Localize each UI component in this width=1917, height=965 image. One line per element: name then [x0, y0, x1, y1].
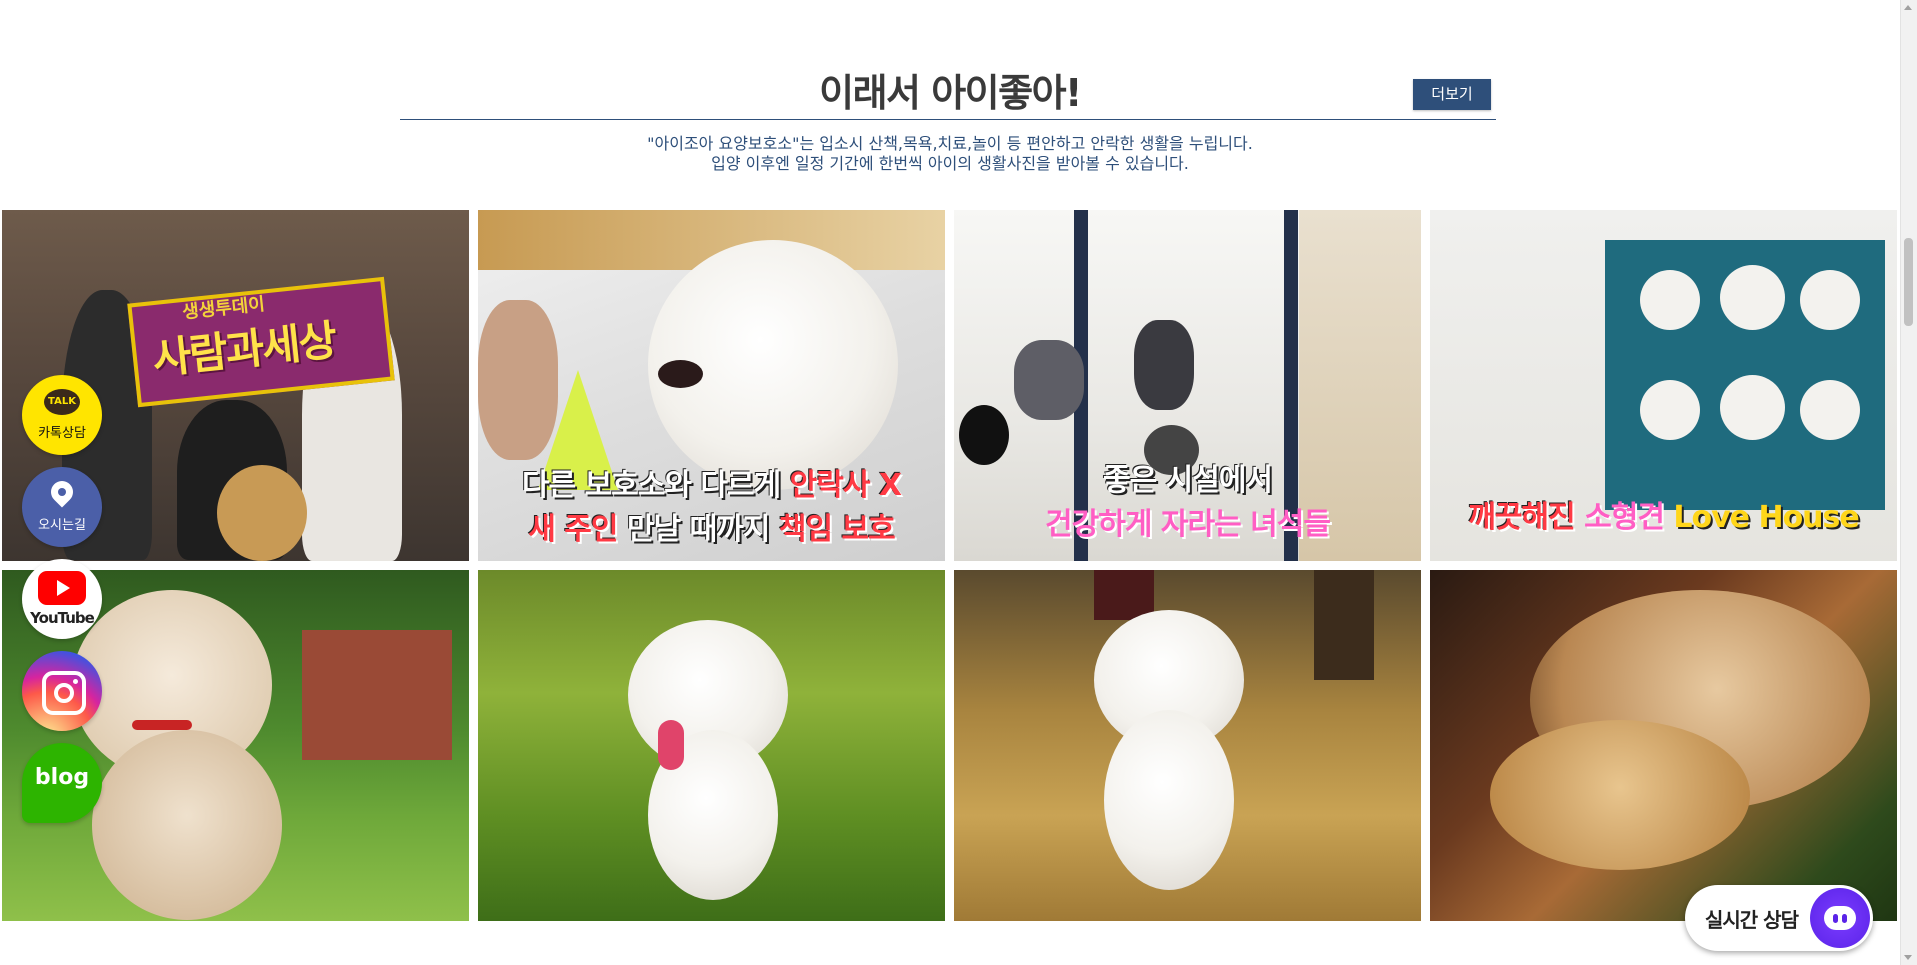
- instagram-icon: [42, 671, 86, 715]
- photo-gallery: 생생투데이 사람과세상 다른 보호소와 다르게 안락사 X 새 주인 만날 때까…: [2, 210, 1897, 921]
- scroll-up-arrow-icon[interactable]: [1904, 5, 1912, 10]
- caption-text: 만날 때까지: [617, 512, 779, 547]
- scrollbar-thumb[interactable]: [1904, 238, 1913, 326]
- scrollbar-track[interactable]: [1900, 0, 1917, 965]
- gallery-tile-cat-dog-photo[interactable]: [1430, 570, 1897, 921]
- gallery-tile-maltese-photo[interactable]: [478, 570, 945, 921]
- gallery-tile-no-euthanasia[interactable]: 다른 보호소와 다르게 안락사 X 새 주인 만날 때까지 책임 보호: [478, 210, 945, 561]
- gallery-section-header: 이래서 아이좋아! 더보기 "아이조아 요양보호소"는 입소시 산책,목욕,치료…: [0, 0, 1900, 210]
- live-chat-button[interactable]: 실시간 상담: [1685, 885, 1873, 951]
- caption-text: 다른 보호소와 다르게: [521, 468, 790, 503]
- more-button[interactable]: 더보기: [1413, 79, 1491, 110]
- map-pin-icon: [46, 476, 78, 508]
- blog-button[interactable]: blog: [22, 743, 102, 823]
- section-description: "아이조아 요양보호소"는 입소시 산책,목욕,치료,놀이 등 편안하고 안락한…: [0, 134, 1900, 174]
- section-title: 이래서 아이좋아!: [819, 71, 1082, 115]
- directions-label: 오시는길: [38, 518, 86, 533]
- gallery-tile-love-house[interactable]: 깨끗해진 소형견 Love House: [1430, 210, 1897, 561]
- blog-label: blog: [34, 765, 90, 790]
- caption-highlight: 안락사 X: [789, 468, 902, 503]
- caption-highlight: 건강하게 자라는 녀석들: [1045, 507, 1331, 542]
- instagram-button[interactable]: [22, 651, 102, 731]
- gallery-tile-facility[interactable]: 좋은 시설에서 건강하게 자라는 녀석들: [954, 210, 1421, 561]
- kakao-talk-button[interactable]: TALK 카톡상담: [22, 375, 102, 455]
- live-chat-label: 실시간 상담: [1705, 908, 1799, 932]
- pomeranian-leaves-scene: [954, 570, 1421, 921]
- caption-highlight: 새 주인: [528, 512, 618, 547]
- tile-caption: 좋은 시설에서 건강하게 자라는 녀석들: [954, 455, 1421, 543]
- youtube-icon: [38, 571, 86, 605]
- caption-highlight: 깨끗해진: [1468, 500, 1585, 535]
- tile-caption: 깨끗해진 소형견 Love House: [1430, 492, 1897, 536]
- youtube-button[interactable]: YouTube: [22, 559, 102, 639]
- caption-highlight: 책임 보호: [778, 512, 896, 547]
- caption-highlight: 소형견: [1584, 500, 1665, 535]
- maltese-scene: [478, 570, 945, 921]
- caption-text: 좋은 시설에서: [1102, 463, 1273, 498]
- gallery-tile-pomeranian-photo[interactable]: [954, 570, 1421, 921]
- chat-bot-icon: [1810, 888, 1870, 948]
- youtube-label: YouTube: [30, 609, 95, 627]
- title-divider: [400, 119, 1496, 120]
- cat-dog-scene: [1430, 570, 1897, 921]
- kakao-talk-label: 카톡상담: [38, 426, 86, 441]
- description-line-2: 입양 이후엔 일정 기간에 한번씩 아이의 생활사진을 받아볼 수 있습니다.: [711, 154, 1189, 173]
- caption-text: Love House: [1663, 500, 1859, 535]
- kakao-talk-icon: TALK: [44, 389, 80, 415]
- tile-caption: 다른 보호소와 다르게 안락사 X 새 주인 만날 때까지 책임 보호: [478, 460, 945, 548]
- scroll-down-arrow-icon[interactable]: [1904, 955, 1912, 960]
- directions-button[interactable]: 오시는길: [22, 467, 102, 547]
- description-line-1: "아이조아 요양보호소"는 입소시 산책,목욕,치료,놀이 등 편안하고 안락한…: [647, 134, 1253, 153]
